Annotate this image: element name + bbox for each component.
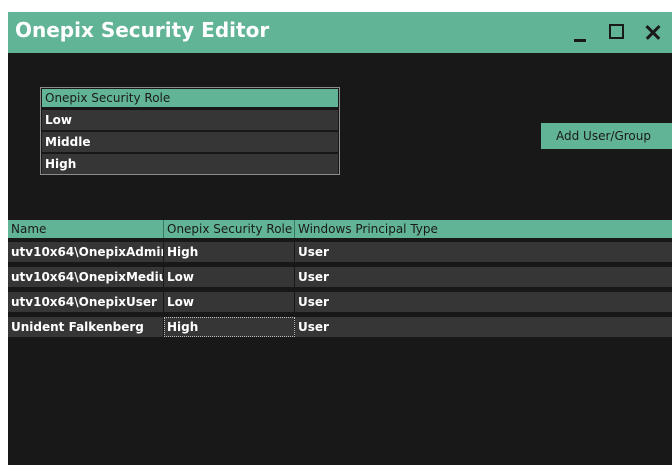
- cell-role[interactable]: High: [164, 317, 295, 337]
- cell-type[interactable]: User: [295, 317, 672, 337]
- cell-role[interactable]: High: [164, 242, 295, 262]
- role-list-header: Onepix Security Role: [42, 89, 338, 108]
- column-header-type[interactable]: Windows Principal Type: [295, 220, 672, 238]
- column-header-role[interactable]: Onepix Security Role: [164, 220, 295, 238]
- close-icon: [644, 31, 662, 34]
- column-header-name[interactable]: Name: [8, 220, 164, 238]
- cell-type[interactable]: User: [295, 267, 672, 287]
- cell-name[interactable]: utv10x64\OnepixUser: [8, 292, 164, 312]
- cell-name[interactable]: Unident Falkenberg: [8, 317, 164, 337]
- table-row[interactable]: utv10x64\OnepixUser Low User: [8, 292, 672, 312]
- role-item-high[interactable]: High: [42, 154, 338, 174]
- minimize-button[interactable]: [566, 12, 594, 53]
- table-row[interactable]: Unident Falkenberg High User: [8, 317, 672, 337]
- users-grid: Name Onepix Security Role Windows Princi…: [8, 220, 672, 337]
- role-item-low[interactable]: Low: [42, 110, 338, 130]
- cell-name[interactable]: utv10x64\OnepixMedium: [8, 267, 164, 287]
- table-row[interactable]: utv10x64\OnepixMedium Low User: [8, 267, 672, 287]
- security-editor-window: Onepix Security Editor Onepix Security R…: [8, 12, 672, 465]
- cell-type[interactable]: User: [295, 292, 672, 312]
- security-role-list[interactable]: Onepix Security Role Low Middle High: [40, 87, 340, 175]
- table-row[interactable]: utv10x64\OnepixAdmin High User: [8, 242, 672, 262]
- cell-role[interactable]: Low: [164, 292, 295, 312]
- minimize-icon: [574, 39, 586, 42]
- window-title: Onepix Security Editor: [15, 18, 270, 42]
- close-button[interactable]: [640, 12, 668, 53]
- maximize-button[interactable]: [603, 12, 631, 53]
- role-item-middle[interactable]: Middle: [42, 132, 338, 152]
- cell-role[interactable]: Low: [164, 267, 295, 287]
- add-user-group-button[interactable]: Add User/Group: [541, 123, 672, 149]
- maximize-icon: [609, 24, 624, 39]
- grid-header: Name Onepix Security Role Windows Princi…: [8, 220, 672, 238]
- title-bar[interactable]: Onepix Security Editor: [8, 12, 672, 53]
- cell-type[interactable]: User: [295, 242, 672, 262]
- cell-name[interactable]: utv10x64\OnepixAdmin: [8, 242, 164, 262]
